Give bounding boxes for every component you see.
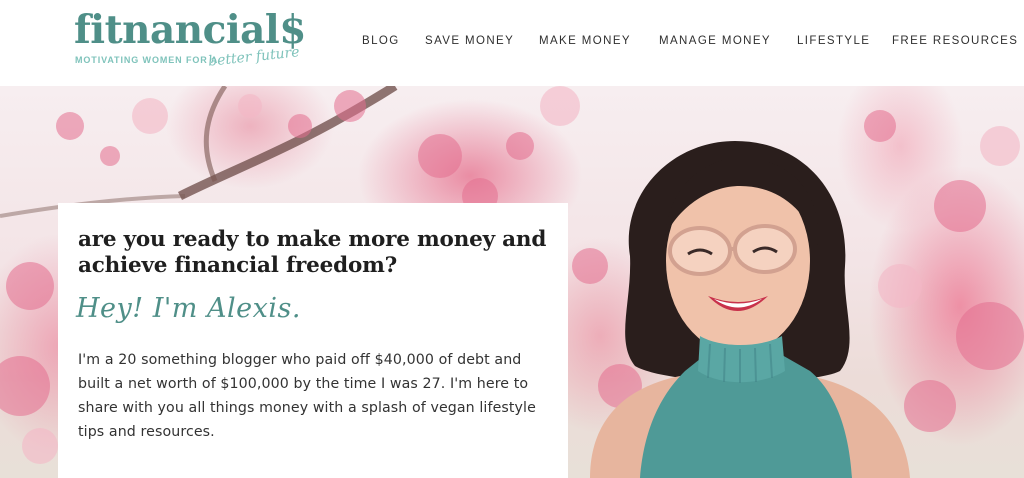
hero-greeting: Hey! I'm Alexis. — [76, 293, 301, 324]
hero-headline: are you ready to make more money and ach… — [78, 227, 547, 278]
portrait-photo — [590, 141, 910, 478]
nav-item-make-money[interactable]: MAKE MONEY — [539, 35, 631, 47]
main-nav: BLOG SAVE MONEY MAKE MONEY MANAGE MONEY … — [0, 35, 1024, 51]
hero-intro-text: I'm a 20 something blogger who paid off … — [78, 352, 536, 440]
nav-item-manage-money[interactable]: MANAGE MONEY — [659, 35, 771, 47]
site-header: fitnancial$ MOTIVATING WOMEN FOR A bette… — [0, 0, 1024, 86]
intro-card: are you ready to make more money and ach… — [58, 203, 568, 478]
nav-item-free-resources[interactable]: FREE RESOURCES — [892, 35, 1018, 47]
hero-section: are you ready to make more money and ach… — [0, 86, 1024, 478]
nav-item-lifestyle[interactable]: LIFESTYLE — [797, 35, 870, 47]
logo-tagline: MOTIVATING WOMEN FOR A — [75, 55, 219, 65]
nav-item-save-money[interactable]: SAVE MONEY — [425, 35, 514, 47]
nav-item-blog[interactable]: BLOG — [362, 35, 400, 47]
